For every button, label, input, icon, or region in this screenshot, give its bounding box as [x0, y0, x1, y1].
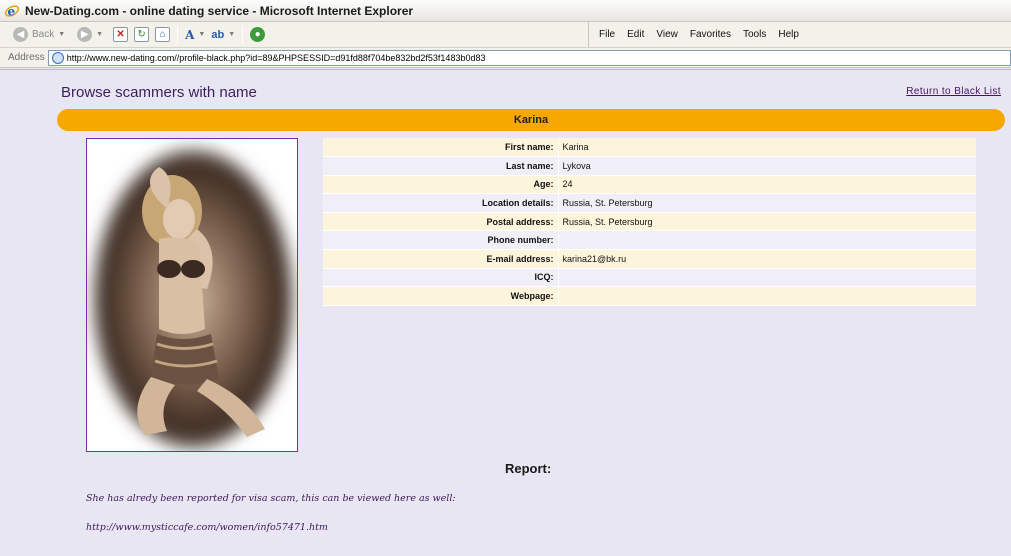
encoding-icon: ab: [211, 28, 225, 41]
location-details-label: Location details:: [323, 193, 559, 213]
menu-edit[interactable]: Edit: [621, 29, 650, 40]
phone-number-label: Phone number:: [323, 230, 559, 251]
menu-help[interactable]: Help: [772, 29, 805, 40]
icq-label: ICQ:: [323, 268, 559, 288]
menu-bar: File Edit View Favorites Tools Help: [588, 22, 805, 47]
encoding-button[interactable]: ab ▼: [208, 24, 238, 46]
font-size-button[interactable]: A ▼: [182, 24, 208, 46]
address-input[interactable]: http://www.new-dating.com//profile-black…: [47, 49, 1011, 66]
return-to-black-list-link[interactable]: Return to Black List: [906, 86, 1001, 97]
refresh-button[interactable]: ↻: [131, 24, 152, 46]
table-row: ICQ:: [323, 268, 976, 288]
phone-number-value: [558, 230, 976, 251]
webpage-label: Webpage:: [323, 286, 559, 306]
forward-arrow-icon: ▶: [77, 27, 93, 42]
report-text: She has alredy been reported for visa sc…: [86, 493, 456, 504]
chevron-down-icon: ▼: [96, 31, 104, 38]
page-content: Browse scammers with name Return to Blac…: [0, 69, 1011, 556]
menu-view[interactable]: View: [650, 29, 684, 40]
browser-toolbar: ◀ Back ▼ ▶ ▼ ✕ ↻ ⌂ A ▼ ab ▼ ● File Edit …: [0, 22, 1011, 48]
address-bar: Address http://www.new-dating.com//profi…: [0, 48, 1011, 68]
home-button[interactable]: ⌂: [152, 24, 173, 46]
report-link-text: http://www.mysticcafe.com/women/info5747…: [86, 522, 328, 533]
age-label: Age:: [323, 175, 559, 195]
title-bar: e New-Dating.com - online dating service…: [0, 0, 1011, 22]
table-row: Last name: Lykova: [323, 156, 976, 176]
media-icon: ●: [250, 27, 266, 42]
webpage-value: [558, 286, 976, 306]
font-icon: A: [185, 27, 195, 42]
stop-icon: ✕: [113, 27, 129, 42]
postal-address-label: Postal address:: [323, 212, 559, 232]
first-name-value: Karina: [558, 138, 976, 158]
toolbar-separator: [177, 25, 179, 44]
media-button[interactable]: ●: [247, 24, 268, 46]
back-button[interactable]: ◀ Back ▼: [10, 24, 68, 46]
table-row: Location details: Russia, St. Petersburg: [323, 193, 976, 213]
last-name-label: Last name:: [323, 156, 559, 176]
table-row: First name: Karina: [323, 138, 976, 158]
refresh-icon: ↻: [134, 27, 150, 42]
menu-tools[interactable]: Tools: [737, 29, 772, 40]
forward-button[interactable]: ▶ ▼: [74, 24, 106, 46]
table-row: Webpage:: [323, 286, 976, 306]
window-title: New-Dating.com - online dating service -…: [25, 3, 414, 18]
table-row: Phone number:: [323, 230, 976, 251]
table-row: Age: 24: [323, 175, 976, 195]
profile-name-bar: Karina: [57, 109, 1005, 131]
chevron-down-icon: ▼: [58, 31, 66, 38]
age-value: 24: [558, 175, 976, 195]
profile-details-table: First name: Karina Last name: Lykova Age…: [323, 138, 976, 306]
table-row: E-mail address: karina21@bk.ru: [323, 249, 976, 269]
postal-address-value: Russia, St. Petersburg: [558, 212, 976, 232]
address-url[interactable]: http://www.new-dating.com//profile-black…: [67, 53, 486, 63]
report-heading: Report:: [505, 461, 552, 476]
last-name-value: Lykova: [558, 156, 976, 176]
page-title: Browse scammers with name: [61, 84, 257, 101]
home-icon: ⌂: [155, 27, 171, 42]
email-address-label: E-mail address:: [323, 249, 559, 269]
menu-favorites[interactable]: Favorites: [684, 29, 737, 40]
internet-explorer-icon: e: [4, 3, 20, 19]
address-label: Address: [8, 52, 45, 63]
icq-value: [558, 268, 976, 288]
svg-text:e: e: [8, 4, 16, 18]
profile-photo: [86, 138, 298, 452]
back-arrow-icon: ◀: [13, 27, 28, 42]
back-label: Back: [32, 29, 55, 40]
location-details-value: Russia, St. Petersburg: [558, 193, 976, 213]
table-row: Postal address: Russia, St. Petersburg: [323, 212, 976, 232]
first-name-label: First name:: [323, 138, 559, 158]
page-icon: [51, 51, 64, 64]
chevron-down-icon: ▼: [198, 31, 206, 38]
menu-file[interactable]: File: [593, 29, 621, 40]
toolbar-separator: [242, 25, 244, 44]
chevron-down-icon: ▼: [228, 31, 236, 38]
email-address-value: karina21@bk.ru: [558, 249, 976, 269]
stop-button[interactable]: ✕: [110, 24, 131, 46]
